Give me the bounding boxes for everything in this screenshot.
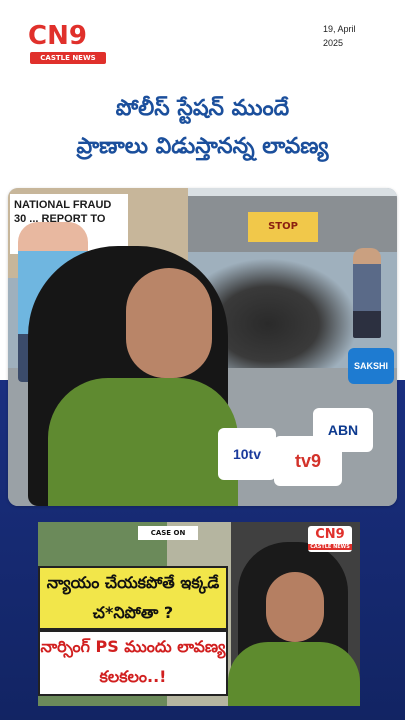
- woman-face: [126, 268, 212, 378]
- case-on-sign: CASE ON: [138, 526, 198, 540]
- woman-green-dress: [48, 378, 238, 506]
- news-mics: 10tv tv9 ABN SAKSHI: [218, 348, 397, 506]
- headline-line-2: ప్రాణాలు విడుస్తానన్న లావణ్య: [76, 134, 329, 159]
- man-background: [353, 248, 381, 338]
- publish-date: 19, April 2025: [323, 22, 383, 50]
- mic-10tv: 10tv: [218, 428, 276, 480]
- thumbnail-logo-subtitle: CASTLE NEWS: [308, 544, 352, 550]
- thumbnail-logo-text: CN9: [315, 527, 345, 542]
- mic-abn: ABN: [313, 408, 373, 452]
- mic-sakshi: SAKSHI: [348, 348, 394, 384]
- parked-bikes: [208, 258, 358, 368]
- logo-mark: CN9: [28, 20, 106, 52]
- logo-text: CN9: [28, 21, 87, 51]
- header: CN9 CASTLE NEWS 19, April 2025: [0, 0, 405, 80]
- cn9-logo[interactable]: CN9 CASTLE NEWS: [28, 20, 106, 64]
- callout-top-text: న్యాయం చేయకపోతే ఇక్కడే చ*నిపోతా ?: [38, 566, 228, 630]
- logo-subtitle: CASTLE NEWS: [30, 52, 106, 64]
- thumbnail-cn9-logo: CN9 CASTLE NEWS: [308, 526, 352, 552]
- thumbnail-card[interactable]: CASE ON CN9 CASTLE NEWS న్యాయం చేయకపోతే …: [38, 522, 360, 706]
- headline: పోలీస్ స్టేషన్ ముందే ప్రాణాలు విడుస్తానన…: [0, 82, 405, 182]
- date-day-month: 19, April: [323, 24, 356, 34]
- date-year: 2025: [323, 38, 344, 48]
- news-video-frame[interactable]: NATIONAL FRAUD 30 ... REPORT TO STOP 10t…: [8, 188, 397, 506]
- thumbnail-woman-body: [228, 642, 360, 706]
- thumbnail-woman-face: [266, 572, 324, 642]
- yellow-sign: STOP: [248, 212, 318, 242]
- callout-bottom-text: నార్సింగ్ PS ముందు లావణ్య కలకలం..!: [38, 630, 228, 696]
- headline-line-1: పోలీస్ స్టేషన్ ముందే: [115, 96, 290, 121]
